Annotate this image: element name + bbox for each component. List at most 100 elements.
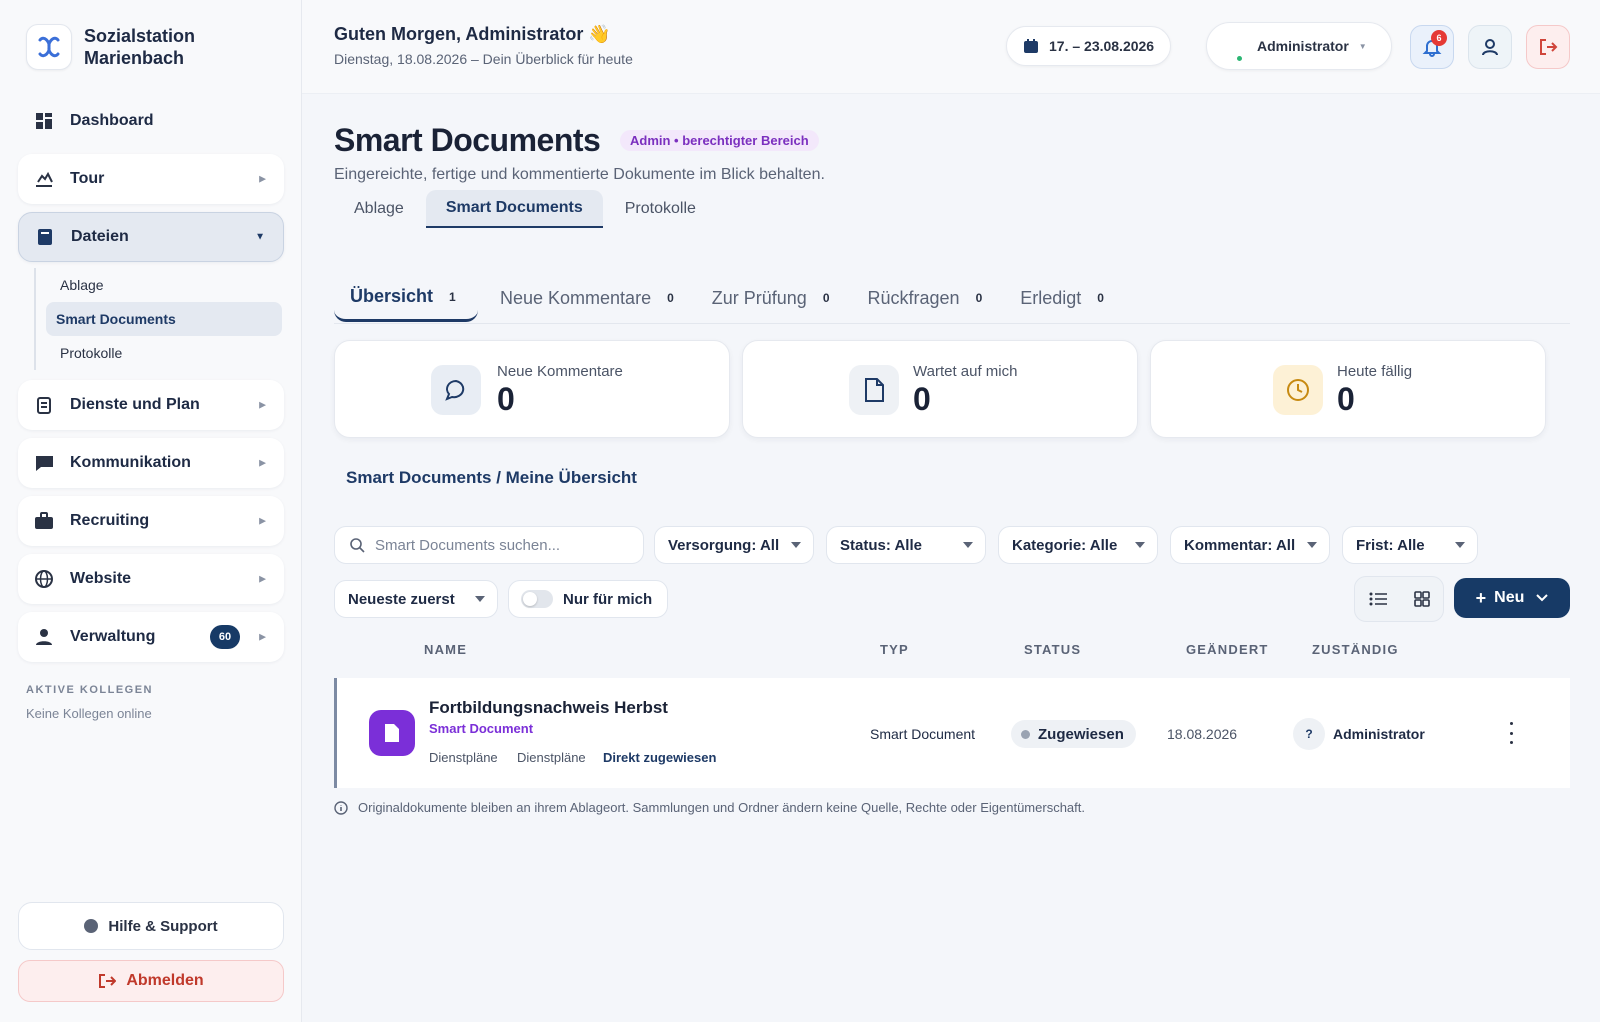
brand-name-line1: Sozialstation [84, 26, 196, 46]
sidebar-subitem-protokolle[interactable]: Protokolle [50, 336, 284, 370]
stat-value: 0 [1337, 381, 1355, 417]
sidebar-item-dateien[interactable]: Dateien ▼ [18, 212, 284, 262]
toggle-switch[interactable] [521, 590, 553, 608]
sidebar-item-label: Website [70, 570, 132, 587]
sidebar: Sozialstation Marienbach Dashboard Tour … [0, 0, 302, 1022]
comment-icon [431, 365, 481, 415]
only-me-toggle[interactable]: Nur für mich [508, 580, 668, 618]
row-actions-menu-icon[interactable] [1503, 722, 1519, 744]
search-icon [349, 537, 365, 553]
sidebar-item-label: Dashboard [70, 112, 154, 129]
column-header-zustaendig[interactable]: ZUSTÄNDIG [1312, 642, 1399, 657]
tab-label: Erledigt [1020, 287, 1082, 308]
column-header-name[interactable]: NAME [424, 642, 467, 657]
tab-ablage[interactable]: Ablage [334, 190, 424, 228]
person-icon [34, 627, 54, 647]
tab-count: 0 [822, 291, 830, 305]
sidebar-item-label: Dateien [71, 228, 129, 245]
stat-card-due-today[interactable]: Heute fällig 0 [1150, 340, 1546, 438]
tab-neue-kommentare[interactable]: Neue Kommentare 0 [484, 274, 690, 322]
user-name: Administrator [1257, 38, 1349, 54]
exit-icon [1538, 37, 1558, 57]
sidebar-item-dashboard[interactable]: Dashboard [18, 96, 284, 146]
brand[interactable]: Sozialstation Marienbach [26, 24, 195, 70]
date-range-picker[interactable]: 17. – 23.08.2026 [1006, 26, 1172, 66]
help-support-button[interactable]: Hilfe & Support [18, 902, 284, 950]
filter-label: Status: Alle [840, 536, 922, 554]
tab-label: Rückfragen [867, 287, 960, 308]
column-header-geaendert[interactable]: GEÄNDERT [1186, 642, 1269, 657]
brand-name-line2: Marienbach [84, 48, 185, 68]
sidebar-item-recruiting[interactable]: Recruiting ▶ [18, 496, 284, 546]
document-name[interactable]: Fortbildungsnachweis Herbst [429, 698, 668, 718]
tab-smart-documents[interactable]: Smart Documents [425, 190, 603, 228]
sidebar-item-kommunikation[interactable]: Kommunikation ▶ [18, 438, 284, 488]
caret-down-icon [475, 596, 485, 602]
stat-label: Neue Kommentare [497, 363, 623, 380]
tab-rueckfragen[interactable]: Rückfragen 0 [852, 274, 999, 322]
stat-value: 0 [497, 381, 515, 417]
new-document-button[interactable]: + Neu [1454, 578, 1570, 618]
table-row[interactable]: Fortbildungsnachweis Herbst Smart Docume… [334, 678, 1570, 788]
search-input[interactable] [375, 536, 625, 554]
smart-document-icon [369, 710, 415, 756]
sidebar-item-dienste[interactable]: Dienste und Plan ▶ [18, 380, 284, 430]
grid-view-icon[interactable] [1413, 591, 1430, 607]
document-icon [849, 365, 899, 415]
sidebar-item-label: Kommunikation [70, 454, 191, 471]
chevron-down-icon [1536, 594, 1549, 602]
filter-kategorie[interactable]: Kategorie: Alle [998, 526, 1158, 564]
greeting: Guten Morgen, Administrator 👋 [334, 24, 611, 44]
tab-erledigt[interactable]: Erledigt 0 [1004, 274, 1120, 322]
top-header: Guten Morgen, Administrator 👋 Dienstag, … [302, 0, 1600, 94]
filter-frist[interactable]: Frist: Alle [1342, 526, 1478, 564]
column-header-typ[interactable]: TYP [880, 642, 909, 657]
filter-status[interactable]: Status: Alle [826, 526, 986, 564]
column-header-status[interactable]: STATUS [1024, 642, 1081, 657]
sidebar-item-verwaltung[interactable]: Verwaltung 60 ▶ [18, 612, 284, 662]
online-indicator [1235, 54, 1244, 63]
search-box[interactable] [334, 526, 644, 564]
stat-card-waiting-for-me[interactable]: Wartet auf mich 0 [742, 340, 1138, 438]
briefcase-icon [34, 511, 54, 531]
date-range-label: 17. – 23.08.2026 [1049, 38, 1155, 54]
verwaltung-badge: 60 [210, 625, 240, 649]
tab-protokolle[interactable]: Protokolle [605, 190, 716, 228]
schedule-icon [34, 395, 54, 415]
page-subtitle: Eingereichte, fertige und kommentierte D… [334, 166, 825, 183]
help-icon [84, 919, 99, 933]
colleagues-status: Keine Kollegen online [26, 706, 152, 721]
stat-card-new-comments[interactable]: Neue Kommentare 0 [334, 340, 730, 438]
plus-icon: + [1475, 587, 1487, 608]
sign-out-button[interactable] [1526, 25, 1570, 69]
sidebar-item-website[interactable]: Website ▶ [18, 554, 284, 604]
filter-kommentar[interactable]: Kommentar: All [1170, 526, 1330, 564]
document-tag: Dienstpläne [517, 750, 586, 765]
filter-versorgung[interactable]: Versorgung: All [654, 526, 814, 564]
user-menu[interactable]: Administrator ▼ [1206, 22, 1392, 70]
profile-button[interactable] [1468, 25, 1512, 69]
notifications-button[interactable]: 6 [1410, 25, 1454, 69]
tab-zur-pruefung[interactable]: Zur Prüfung 0 [696, 274, 846, 322]
sidebar-subitem-ablage[interactable]: Ablage [50, 268, 284, 302]
tab-label: Zur Prüfung [711, 287, 807, 308]
dashboard-icon [34, 111, 54, 131]
caret-down-icon [1307, 542, 1317, 548]
tab-count: 0 [667, 291, 674, 305]
document-tag: Dienstpläne [429, 750, 498, 765]
document-changed-date: 18.08.2026 [1167, 726, 1238, 742]
logout-button[interactable]: Abmelden [18, 960, 284, 1002]
sidebar-item-tour[interactable]: Tour ▶ [18, 154, 284, 204]
sidebar-nav: Dashboard Tour ▶ Dateien ▼ Ablage Smart … [18, 96, 284, 670]
footnote: Originaldokumente bleiben an ihrem Ablag… [334, 800, 1085, 815]
document-tag-assigned: Direkt zugewiesen [603, 750, 717, 765]
status-label: Zugewiesen [1038, 725, 1124, 743]
sort-select[interactable]: Neueste zuerst [334, 580, 498, 618]
tab-count: 0 [1097, 291, 1104, 305]
chevron-down-icon: ▼ [255, 231, 265, 243]
user-icon [1480, 37, 1500, 57]
list-view-icon[interactable] [1369, 592, 1387, 606]
tab-uebersicht[interactable]: Übersicht 1 [334, 274, 478, 322]
sidebar-subitem-smart-documents[interactable]: Smart Documents [46, 302, 282, 336]
chevron-right-icon: ▶ [259, 515, 266, 526]
